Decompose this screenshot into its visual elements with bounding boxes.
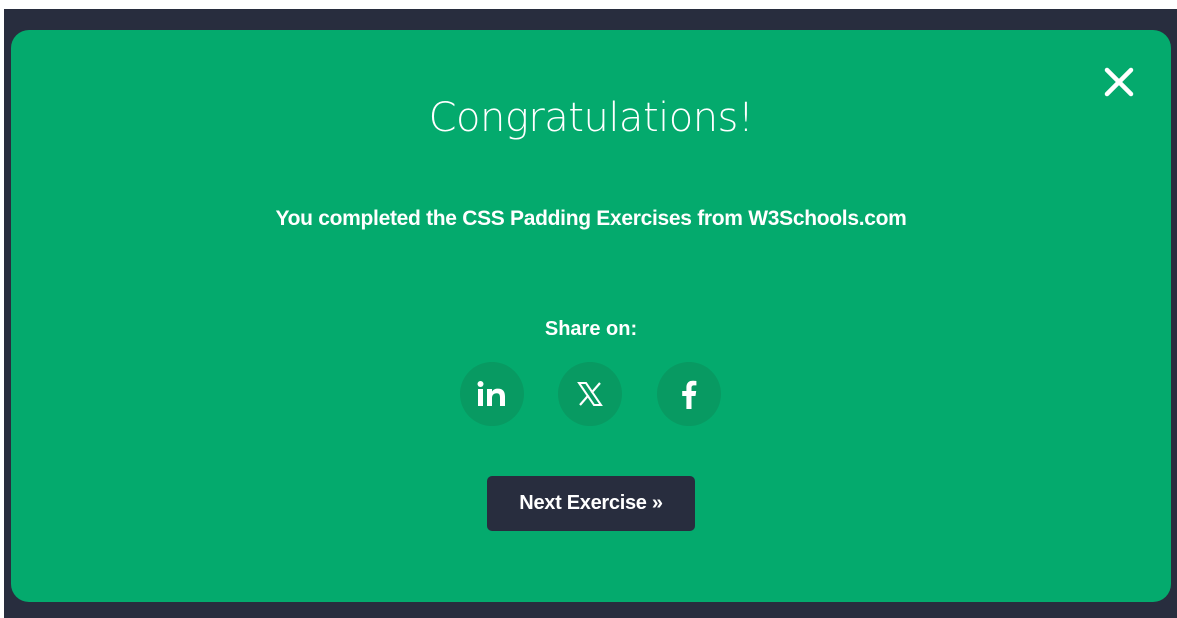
linkedin-icon	[477, 381, 505, 406]
modal-title: Congratulations!	[428, 95, 754, 141]
x-twitter-icon	[577, 382, 603, 406]
facebook-icon	[682, 380, 697, 409]
share-linkedin-button[interactable]	[460, 362, 524, 426]
next-exercise-button[interactable]: Next Exercise »	[487, 476, 695, 531]
completion-message: You completed the CSS Padding Exercises …	[275, 207, 907, 230]
share-x-button[interactable]	[558, 362, 622, 426]
share-label: Share on:	[544, 318, 638, 340]
share-facebook-button[interactable]	[657, 362, 721, 426]
